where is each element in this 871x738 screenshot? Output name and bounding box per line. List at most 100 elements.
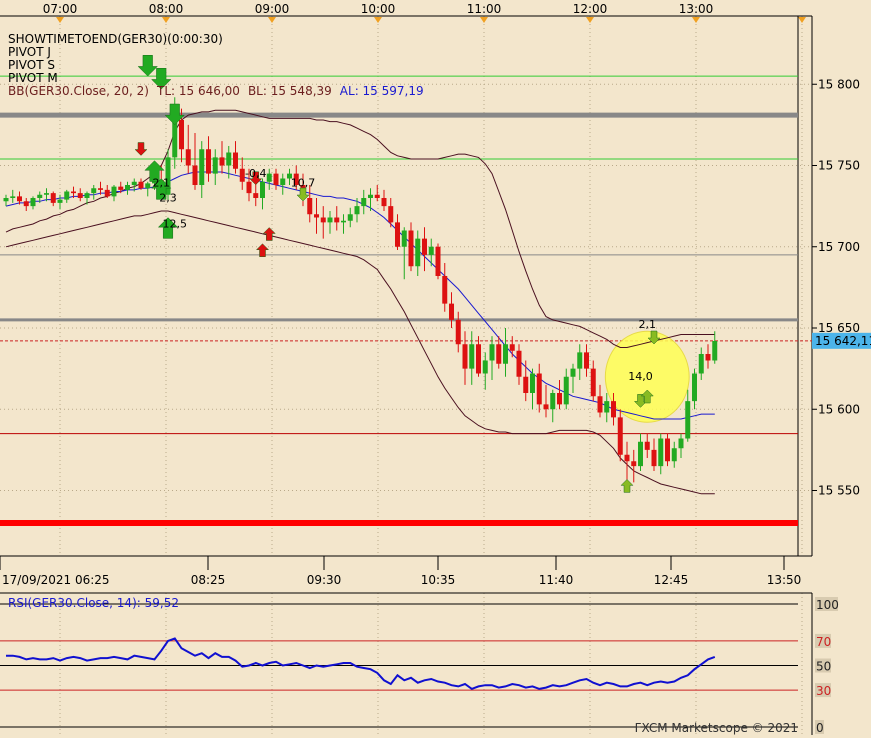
bottom-time-label: 11:40 [539, 573, 574, 587]
price-tick-label: 15 550 [818, 484, 860, 498]
candle-down [617, 417, 623, 455]
candle-down [644, 441, 650, 450]
candle-up [111, 186, 117, 197]
candle-down [23, 201, 29, 207]
top-time-label: 08:00 [149, 2, 184, 16]
candle-up [698, 354, 704, 374]
price-tick-label: 15 800 [818, 77, 860, 91]
candle-up [577, 352, 583, 369]
candle-down [219, 157, 225, 166]
candle-down [307, 198, 313, 215]
candle-up [604, 401, 610, 413]
candle-up [550, 393, 556, 410]
legend-item: SHOWTIMETOEND(GER30)(0:00:30) [8, 32, 223, 46]
candle-down [624, 454, 630, 462]
candle-up [678, 438, 684, 449]
candle-up [172, 120, 178, 158]
signal-value-label: 2,3 [159, 191, 177, 204]
signal-value-label: -0,4 [245, 167, 266, 180]
candle-up [266, 173, 272, 182]
candle-down [320, 217, 326, 223]
candle-down [246, 181, 252, 194]
candle-up [212, 157, 218, 174]
candle-up [64, 191, 70, 200]
bb-legend-name: BB(GER30.Close, 20, 2) [8, 84, 149, 98]
signal-value-label: 14,0 [628, 370, 653, 383]
candle-up [503, 344, 508, 364]
top-time-label: 11:00 [467, 2, 502, 16]
candle-up [10, 196, 16, 198]
candle-down [651, 449, 657, 467]
bottom-time-label: 12:45 [654, 573, 689, 587]
candle-down [523, 376, 529, 393]
candle-up [347, 214, 353, 221]
candle-down [233, 152, 238, 169]
candle-up [125, 185, 130, 190]
signal-value-label: 2,1 [153, 177, 171, 190]
candle-up [30, 198, 36, 207]
candle-down [192, 165, 198, 185]
candle-up [570, 368, 576, 377]
candle-up [44, 193, 49, 195]
legend-item: PIVOT J [8, 45, 51, 59]
candle-up [489, 344, 495, 361]
candle-down [77, 193, 83, 198]
bb-legend-al: AL: 15 597,19 [340, 84, 424, 98]
watermark: FXCM Marketscope © 2021 [635, 721, 798, 735]
candle-down [631, 461, 637, 467]
candle-down [496, 344, 502, 364]
candle-down [476, 344, 481, 374]
candle-down [381, 198, 387, 207]
candle-down [422, 238, 427, 255]
legend-item: PIVOT M [8, 71, 58, 85]
candle-down [138, 181, 144, 189]
bb-legend-tl: TL: 15 646,00 [156, 84, 240, 98]
candle-up [671, 448, 677, 462]
candle-up [226, 152, 232, 166]
candle-up [57, 199, 63, 203]
current-price-label: 15 642,11 [815, 334, 871, 348]
candle-up [84, 193, 90, 198]
rsi-tick-label: 30 [816, 684, 831, 698]
rsi-tick-label: 50 [816, 660, 831, 674]
candle-up [37, 194, 43, 198]
candle-up [354, 206, 360, 215]
candle-up [712, 341, 718, 361]
candle-down [408, 230, 414, 267]
candle-down [206, 149, 211, 174]
candle-up [280, 178, 286, 185]
candle-up [638, 441, 643, 467]
candle-down [509, 344, 515, 351]
candle-up [692, 373, 697, 402]
candle-down [118, 186, 124, 190]
top-time-label: 09:00 [255, 2, 290, 16]
top-time-label: 13:00 [679, 2, 714, 16]
signal-value-label: 10,7 [291, 177, 316, 190]
candle-down [334, 217, 340, 223]
candle-down [557, 393, 562, 405]
candle-down [597, 396, 603, 413]
top-time-label: 10:00 [361, 2, 396, 16]
bottom-time-label: 17/09/2021 06:25 [2, 573, 110, 587]
candle-down [104, 189, 110, 197]
price-tick-label: 15 700 [818, 240, 860, 254]
price-tick-label: 15 750 [818, 159, 860, 173]
candle-down [442, 276, 448, 304]
candle-up [91, 188, 97, 194]
candle-down [239, 168, 245, 182]
candle-up [658, 438, 664, 467]
candle-up [341, 220, 346, 223]
candle-down [71, 191, 76, 194]
candle-down [435, 246, 441, 276]
candle-down [455, 319, 461, 345]
candle-down [374, 194, 380, 198]
top-time-label: 07:00 [43, 2, 78, 16]
rsi-legend: RSI(GER30.Close, 14): 59,52 [8, 596, 179, 610]
candle-up [401, 230, 407, 247]
candle-up [368, 194, 373, 198]
rsi-tick-label: 70 [816, 635, 831, 649]
candle-down [543, 404, 549, 410]
bottom-time-label: 09:30 [307, 573, 342, 587]
bottom-time-label: 13:50 [767, 573, 802, 587]
candle-down [395, 222, 400, 247]
